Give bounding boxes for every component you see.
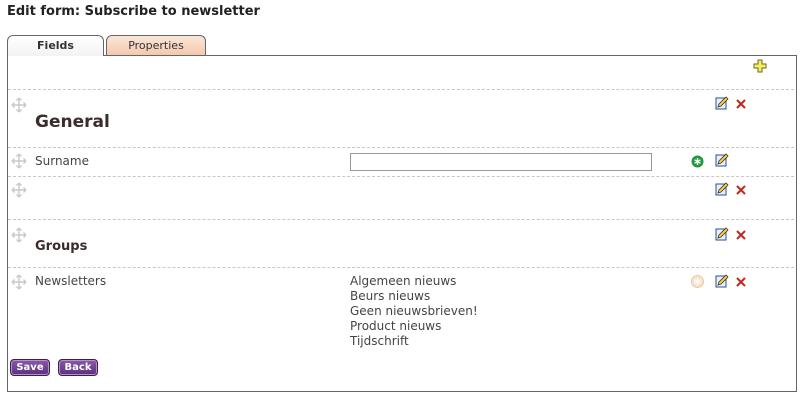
edit-icon[interactable] [715, 274, 729, 288]
row-separator [8, 89, 794, 90]
row-separator [8, 267, 794, 268]
section-heading-general: General [35, 112, 110, 132]
move-icon[interactable] [10, 96, 28, 114]
tab-fields[interactable]: Fields [7, 35, 104, 56]
required-icon[interactable] [691, 155, 704, 168]
page-title: Edit form: Subscribe to newsletter [7, 4, 260, 19]
move-icon[interactable] [10, 181, 28, 199]
delete-icon[interactable] [735, 98, 747, 110]
newsletter-option: Algemeen nieuws [350, 274, 457, 288]
edit-icon[interactable] [715, 153, 729, 167]
newsletter-option: Tijdschrift [350, 334, 409, 348]
move-icon[interactable] [10, 152, 28, 170]
row-separator [8, 147, 794, 148]
section-heading-groups: Groups [35, 239, 88, 254]
surname-input[interactable] [350, 153, 652, 171]
newsletter-option: Beurs nieuws [350, 289, 431, 303]
field-label-newsletters: Newsletters [35, 274, 107, 288]
newsletter-option: Geen nieuwsbrieven! [350, 304, 478, 318]
delete-icon[interactable] [735, 276, 747, 288]
edit-icon[interactable] [715, 227, 729, 241]
back-button[interactable]: Back [58, 359, 98, 376]
edit-icon[interactable] [715, 182, 729, 196]
move-icon[interactable] [10, 273, 28, 291]
delete-icon[interactable] [735, 229, 747, 241]
required-icon[interactable] [691, 275, 704, 288]
newsletter-option: Product nieuws [350, 319, 442, 333]
row-separator [8, 219, 794, 220]
row-separator [8, 176, 794, 177]
tab-properties[interactable]: Properties [106, 35, 206, 55]
move-icon[interactable] [10, 226, 28, 244]
save-button[interactable]: Save [10, 359, 50, 376]
field-label-surname: Surname [35, 154, 89, 168]
delete-icon[interactable] [735, 184, 747, 196]
add-icon[interactable] [753, 59, 767, 73]
edit-icon[interactable] [715, 96, 729, 110]
